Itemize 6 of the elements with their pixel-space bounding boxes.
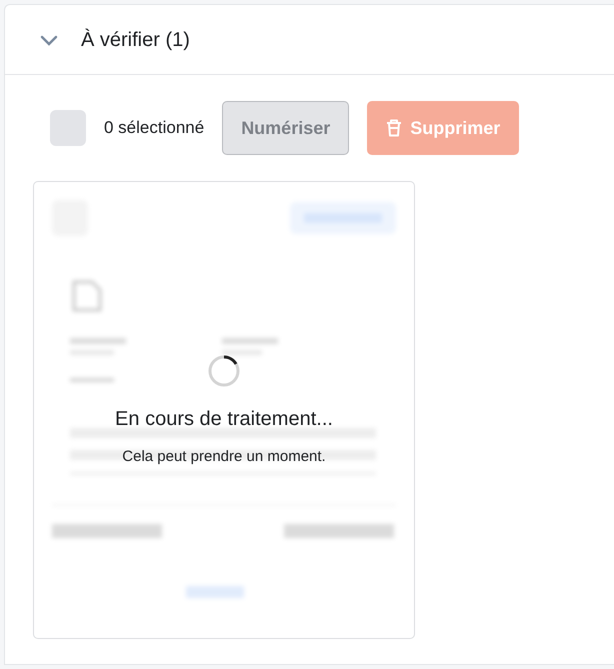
processing-title: En cours de traitement... xyxy=(114,407,334,432)
select-all-checkbox[interactable] xyxy=(50,110,86,146)
processing-message: Cela peut prendre un moment. xyxy=(121,447,327,467)
trash-icon xyxy=(386,119,402,137)
selection-count: 0 sélectionné xyxy=(104,117,204,140)
section-title: À vérifier (1) xyxy=(81,28,190,52)
